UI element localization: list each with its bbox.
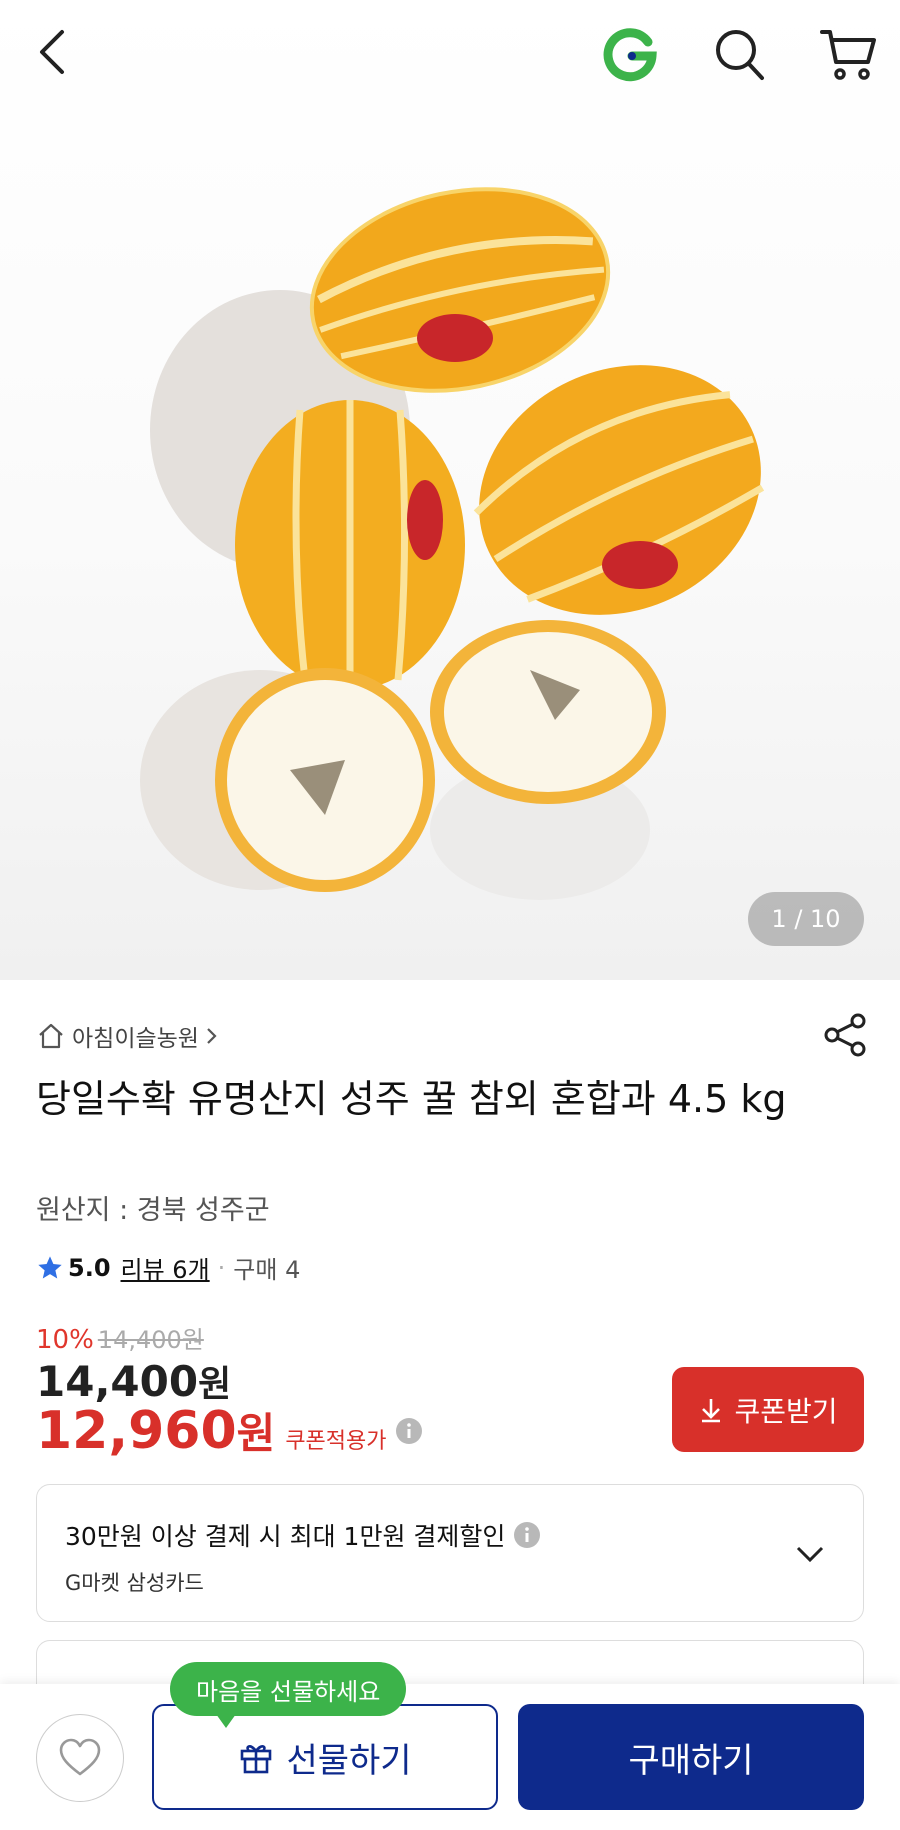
product-title: 당일수확 유명산지 성주 꿀 참외 혼합과 4.5 kg: [36, 1077, 787, 1121]
rating-row: 5.0 리뷰 6개 · 구매 4: [36, 1250, 300, 1285]
card-name: G마켓 삼성카드: [65, 1571, 204, 1595]
product-origin: 원산지 : 경북 성주군: [36, 1195, 270, 1226]
chevron-left-icon: [40, 30, 64, 74]
cart-button[interactable]: [818, 24, 878, 84]
chevron-right-icon: [207, 1028, 217, 1044]
original-price: 14,400원: [97, 1326, 204, 1354]
wishlist-button[interactable]: [36, 1714, 124, 1802]
card-discount-box[interactable]: 30만원 이상 결제 시 최대 1만원 결제할인 G마켓 삼성카드: [36, 1484, 864, 1622]
top-navigation: [0, 0, 900, 110]
share-icon: [824, 1013, 866, 1057]
bottom-action-bar: 선물하기 구매하기: [0, 1684, 900, 1830]
coupon-price-unit: 원: [236, 1409, 276, 1458]
card-discount-text: 30만원 이상 결제 시 최대 1만원 결제할인: [65, 1522, 506, 1551]
gmarket-logo-button[interactable]: [600, 24, 660, 84]
buy-button[interactable]: 구매하기: [518, 1704, 864, 1810]
heart-icon: [59, 1738, 101, 1776]
get-coupon-button[interactable]: 쿠폰받기: [672, 1367, 864, 1452]
home-icon: [39, 1023, 63, 1049]
discount-percent: 10%: [36, 1325, 94, 1355]
download-arrow-icon: [702, 1398, 721, 1422]
image-pager: 1 / 10: [748, 892, 864, 946]
buy-button-label: 구매하기: [628, 1741, 754, 1780]
coupon-price-amount: 12,960: [36, 1401, 237, 1461]
gift-icon: [241, 1745, 272, 1774]
coupon-price-note: 쿠폰적용가: [285, 1429, 387, 1454]
melon-photo: [140, 187, 765, 900]
gift-button[interactable]: 선물하기: [152, 1704, 498, 1810]
gmarket-g-logo-icon: [603, 28, 657, 82]
share-button[interactable]: [822, 1012, 868, 1058]
gift-tooltip: 마음을 선물하세요: [170, 1662, 407, 1728]
rating-score: 5.0: [68, 1253, 111, 1282]
separator-dot: ·: [217, 1253, 226, 1282]
list-price-unit: 원: [198, 1364, 232, 1405]
coupon-price: 12,960 원 쿠폰적용가: [36, 1400, 423, 1461]
seller-link[interactable]: 아침이슬농원: [36, 1018, 219, 1054]
info-icon[interactable]: [395, 1417, 423, 1445]
get-coupon-label: 쿠폰받기: [734, 1395, 838, 1427]
star-icon: [38, 1255, 62, 1278]
cart-icon: [820, 30, 876, 80]
back-button[interactable]: [34, 26, 74, 78]
search-button[interactable]: [712, 24, 768, 84]
discount-line: 10% 14,400원: [36, 1320, 204, 1355]
gift-button-label: 선물하기: [286, 1741, 412, 1780]
chevron-down-icon[interactable]: [793, 1537, 827, 1571]
seller-name: 아침이슬농원: [72, 1026, 199, 1052]
review-count-link[interactable]: 리뷰 6개: [121, 1250, 210, 1285]
info-icon[interactable]: [513, 1521, 541, 1549]
list-price-amount: 14,400: [36, 1357, 199, 1406]
search-icon: [716, 30, 764, 80]
purchase-count: 구매 4: [233, 1256, 301, 1284]
card-discount-line: 30만원 이상 결제 시 최대 1만원 결제할인: [65, 1517, 541, 1553]
product-image[interactable]: 1 / 10: [0, 0, 900, 980]
